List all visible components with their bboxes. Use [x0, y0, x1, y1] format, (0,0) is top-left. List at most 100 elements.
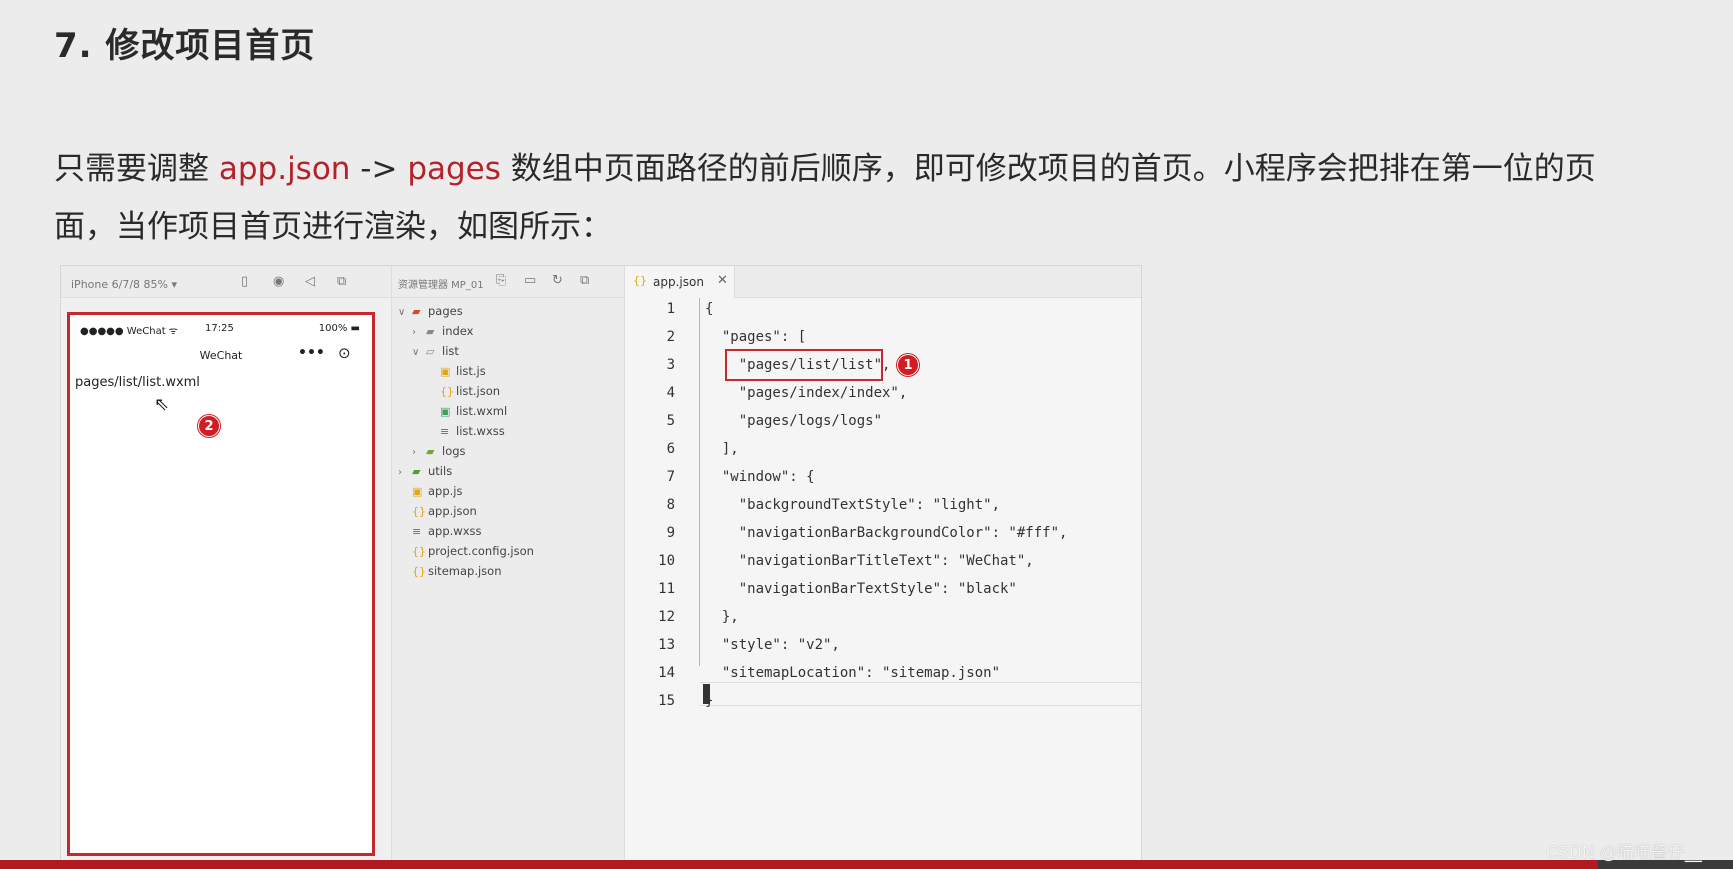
tree-item-sitemap[interactable]: {} sitemap.json: [412, 564, 502, 584]
new-file-icon[interactable]: ⎘: [496, 273, 506, 288]
highlight-box: [725, 349, 883, 381]
tree-item-app-js[interactable]: ▣ app.js: [412, 484, 463, 504]
para-text-1: 只需要调整: [54, 151, 219, 187]
tree-item-label: logs: [442, 444, 466, 458]
chevron-down-icon: ∨: [412, 347, 420, 358]
code-line[interactable]: "sitemapLocation": "sitemap.json": [705, 665, 1000, 681]
device-select[interactable]: iPhone 6/7/8 85% ▾: [71, 278, 177, 291]
collapse-icon[interactable]: ⧉: [580, 273, 589, 288]
line-number: 6: [666, 441, 675, 457]
simulator-toolbar: iPhone 6/7/8 85% ▾ ▯ ◉ ◁ ⧉: [61, 266, 391, 298]
json-file-icon: {}: [412, 545, 426, 558]
code-line[interactable]: "style": "v2",: [705, 637, 840, 653]
new-folder-icon[interactable]: ▭: [524, 273, 536, 288]
tree-item-label: list: [442, 344, 459, 358]
line-number: 3: [666, 357, 675, 373]
current-line-highlight: [699, 682, 1141, 706]
js-file-icon: ▣: [412, 485, 423, 498]
tree-item-list-js[interactable]: ▣ list.js: [440, 364, 486, 384]
tree-item-list-wxml[interactable]: ▣ list.wxml: [440, 404, 507, 424]
para-text-2: 数组中页面路径的前后顺序，即可修改项目的首页。小程序会把排在第一位的页: [500, 151, 1596, 187]
window-icon[interactable]: ⧉: [337, 275, 346, 289]
callout-badge-2: 2: [198, 415, 220, 437]
line-number: 4: [666, 385, 675, 401]
tree-item-label: utils: [428, 464, 453, 478]
tree-item-label: project.config.json: [428, 544, 534, 558]
text-caret: [703, 684, 710, 704]
chevron-right-icon: ›: [398, 467, 402, 478]
pages-highlight: pages: [407, 151, 501, 187]
tree-item-label: list.json: [456, 384, 501, 398]
code-line[interactable]: "navigationBarTitleText": "WeChat",: [705, 553, 1034, 569]
explorer-toolbar: 资源管理器 MP_01 ⎘ ▭ ↻ ⧉: [392, 266, 626, 298]
tree-item-label: app.js: [428, 484, 463, 498]
tree-item-logs[interactable]: › ▰ logs: [412, 444, 466, 464]
description-paragraph: 只需要调整 app.json -> pages 数组中页面路径的前后顺序，即可修…: [54, 140, 1614, 256]
line-number: 14: [658, 665, 675, 681]
phone-frame: ●●●●● WeChat ᯤ 17:25 100% ▬ WeChat ••• ⊙…: [67, 312, 375, 856]
more-icon[interactable]: •••: [298, 345, 325, 361]
tree-item-list[interactable]: ∨ ▱ list: [412, 344, 459, 364]
chevron-right-icon: ›: [412, 447, 416, 458]
devtools-screenshot: iPhone 6/7/8 85% ▾ ▯ ◉ ◁ ⧉ ●●●●● WeChat …: [60, 265, 1142, 865]
code-line[interactable]: "navigationBarBackgroundColor": "#fff",: [705, 525, 1068, 541]
code-line[interactable]: ],: [705, 441, 739, 457]
line-number: 13: [658, 637, 675, 653]
line-number: 11: [658, 581, 675, 597]
code-line[interactable]: {: [705, 301, 713, 317]
explorer-title: 资源管理器 MP_01: [398, 280, 484, 291]
tree-item-project-config[interactable]: {} project.config.json: [412, 544, 534, 564]
tree-item-label: list.js: [456, 364, 486, 378]
json-file-icon: {}: [633, 274, 647, 287]
code-line[interactable]: },: [705, 609, 739, 625]
editor-tabbar: {} app.json ✕: [625, 266, 1141, 298]
folder-icon: ▰: [426, 445, 435, 458]
page-path-text: pages/list/list.wxml: [75, 375, 200, 390]
close-capsule-icon[interactable]: ⊙: [338, 344, 351, 362]
code-line[interactable]: "pages/logs/logs": [705, 413, 882, 429]
file-explorer: 资源管理器 MP_01 ⎘ ▭ ↻ ⧉ ∨ ▰ pages › ▰ index ∨ ▱ li…: [391, 266, 626, 864]
gutter-divider: [699, 298, 700, 666]
line-number: 1: [666, 301, 675, 317]
json-file-icon: {}: [412, 565, 426, 578]
tree-item-utils[interactable]: › ▰ utils: [398, 464, 452, 484]
line-number: 15: [658, 693, 675, 709]
folder-icon: ▰: [412, 305, 421, 318]
code-line[interactable]: "pages": [: [705, 329, 806, 345]
line-number: 12: [658, 609, 675, 625]
code-line[interactable]: "navigationBarTextStyle": "black": [705, 581, 1017, 597]
bottom-progress-bar: [0, 860, 1733, 869]
folder-icon: ▰: [412, 465, 421, 478]
tree-item-app-wxss[interactable]: ≡ app.wxss: [412, 524, 482, 544]
tree-item-index[interactable]: › ▰ index: [412, 324, 473, 344]
line-number: 9: [666, 525, 675, 541]
wxss-file-icon: ≡: [440, 425, 450, 438]
tab-label: app.json: [653, 275, 704, 289]
chevron-right-icon: ›: [412, 327, 416, 338]
para-arrow: ->: [350, 151, 408, 187]
app-json-highlight: app.json: [218, 151, 351, 187]
sound-icon[interactable]: ◁: [305, 275, 315, 289]
tree-item-label: sitemap.json: [428, 564, 502, 578]
js-file-icon: ▣: [440, 365, 451, 378]
code-line[interactable]: "window": {: [705, 469, 815, 485]
json-file-icon: {}: [440, 385, 454, 398]
phone-icon[interactable]: ▯: [241, 275, 248, 289]
line-number: 2: [666, 329, 675, 345]
line-number: 10: [658, 553, 675, 569]
tree-item-pages[interactable]: ∨ ▰ pages: [398, 304, 463, 324]
code-line[interactable]: "backgroundTextStyle": "light",: [705, 497, 1000, 513]
record-icon[interactable]: ◉: [273, 275, 284, 289]
watermark: CSDN @喵喵酱仔__: [1546, 843, 1702, 863]
refresh-icon[interactable]: ↻: [552, 273, 563, 288]
navigation-title: WeChat: [199, 349, 243, 362]
tree-item-list-json[interactable]: {} list.json: [440, 384, 500, 404]
code-line[interactable]: "pages/index/index",: [705, 385, 908, 401]
tree-item-label: list.wxss: [456, 424, 505, 438]
tree-item-list-wxss[interactable]: ≡ list.wxss: [440, 424, 505, 444]
code-editor: {} app.json ✕ 1 2 3 4 5 6 7 8 9 10 11 12…: [625, 266, 1141, 864]
tab-app-json[interactable]: {} app.json ✕: [625, 266, 735, 298]
close-icon[interactable]: ✕: [717, 273, 728, 288]
tree-item-app-json[interactable]: {} app.json: [412, 504, 477, 524]
line-number: 8: [666, 497, 675, 513]
